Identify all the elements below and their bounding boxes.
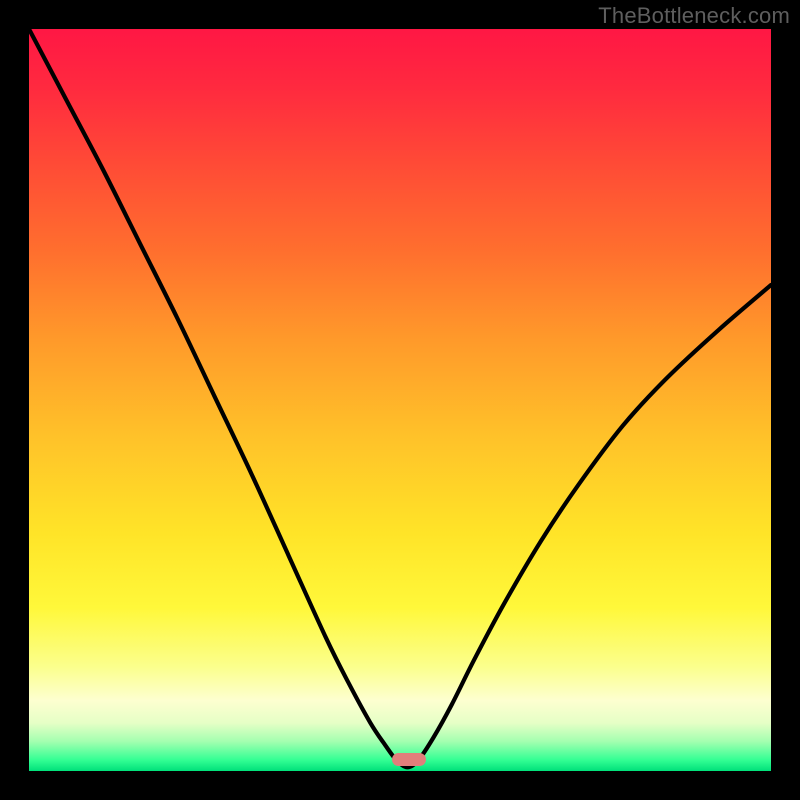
watermark-text: TheBottleneck.com <box>598 3 790 29</box>
plot-area <box>29 29 771 771</box>
bottleneck-curve <box>29 29 771 771</box>
chart-root: TheBottleneck.com <box>0 0 800 800</box>
optimal-marker <box>392 753 426 766</box>
